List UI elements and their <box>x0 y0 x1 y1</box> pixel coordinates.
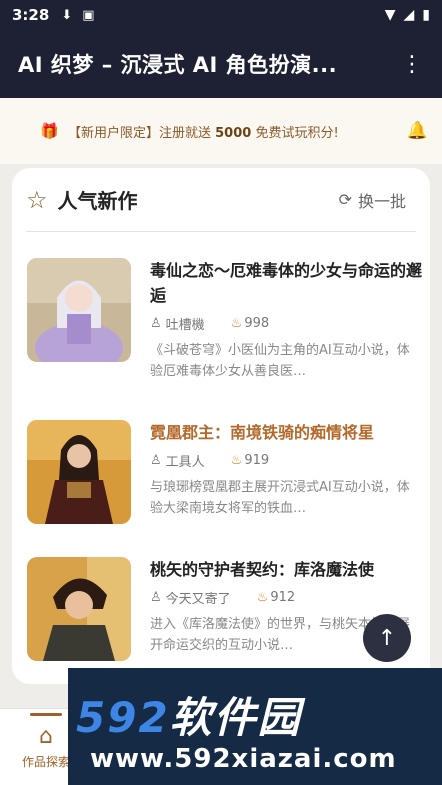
item-author: 今天又寄了 <box>165 592 231 607</box>
item-author: 吐槽機 <box>165 318 205 333</box>
promo-amount: 5000 <box>215 125 252 141</box>
more-vert-icon[interactable]: ⋮ <box>400 52 424 77</box>
item-title: 桃矢的守护者契约：库洛魔法使 <box>150 560 375 579</box>
top-bar: 3:28 ⬇ ▣ ▼ ◢ ▮ AI 织梦 – 沉浸式 AI 角色扮演... ⋮ <box>0 0 442 98</box>
wifi-icon: ▼ <box>384 7 396 23</box>
item-heat: 912 <box>270 590 296 605</box>
section-title: 人气新作 <box>57 189 138 213</box>
promo-notice[interactable]: 🎁 【新用户限定】注册就送 5000 免费试玩积分! 🔔 <box>0 98 442 164</box>
a-badge-icon: ▣ <box>82 7 95 23</box>
refresh-button[interactable]: ⟳ 换一批 <box>339 188 406 212</box>
item-heat: 998 <box>244 316 270 331</box>
item-title: 霓凰郡主：南境铁骑的痴情将星 <box>150 423 375 442</box>
item-description: 与琅琊榜霓凰郡主展开沉浸式AI互动小说，体验大梁南境女将军的铁血… <box>150 480 410 516</box>
scroll-top-button[interactable]: ↑ <box>363 614 411 662</box>
app-bar: AI 织梦 – 沉浸式 AI 角色扮演... ⋮ <box>0 30 442 98</box>
status-bar: 3:28 ⬇ ▣ ▼ ◢ ▮ <box>0 0 442 30</box>
list-item[interactable]: 霓凰郡主：南境铁骑的痴情将星 ♙ 工具人 ♨ 919 与琅琊榜霓凰郡主展开沉浸式… <box>27 420 422 540</box>
gift-icon: 🎁 <box>40 122 59 140</box>
promo-message: 【新用户限定】注册就送 5000 免费试玩积分! <box>68 125 339 141</box>
user-icon: ♙ <box>150 453 162 468</box>
signal-icon: ◢ <box>403 7 415 23</box>
watermark-brand: 592软件园 <box>76 693 302 742</box>
thumbnail-image <box>27 557 131 661</box>
status-time: 3:28 <box>12 6 50 24</box>
thumbnail-image <box>27 420 131 524</box>
battery-icon: ▮ <box>422 7 430 23</box>
refresh-icon: ⟳ <box>338 190 352 209</box>
list-item[interactable]: 毒仙之恋～厄难毒体的少女与命运的邂逅 ♙ 吐槽機 ♨ 998 《斗破苍穹》小医仙… <box>27 258 423 379</box>
list-item[interactable]: 桃矢的守护者契约：库洛魔法使 ♙ 今天又寄了 ♨ 912 进入《库洛魔法使》的世… <box>27 557 422 677</box>
thumbnail-image <box>27 258 131 362</box>
star-icon: ☆ <box>26 185 48 214</box>
bell-icon[interactable]: 🔔 <box>407 121 428 141</box>
user-icon: ♙ <box>150 316 162 331</box>
user-icon: ♙ <box>150 590 162 605</box>
refresh-label: 换一批 <box>357 191 406 211</box>
fire-icon: ♨ <box>230 453 243 468</box>
watermark-url: www.592xiazai.com <box>90 744 397 774</box>
download-icon: ⬇ <box>61 7 73 23</box>
arrow-up-icon: ↑ <box>377 625 397 651</box>
watermark-overlay: 592软件园 www.592xiazai.com <box>68 668 442 785</box>
item-description: 《斗破苍穹》小医仙为主角的AI互动小说，体验厄难毒体少女从善良医… <box>150 343 410 379</box>
section-header: ☆ 人气新作 ⟳ 换一批 <box>26 168 416 232</box>
app-title: AI 织梦 – 沉浸式 AI 角色扮演... <box>18 53 338 77</box>
item-heat: 919 <box>244 453 270 468</box>
fire-icon: ♨ <box>230 316 243 331</box>
item-author: 工具人 <box>165 455 205 470</box>
fire-icon: ♨ <box>256 590 269 605</box>
item-title: 毒仙之恋～厄难毒体的少女与命运的邂逅 <box>150 261 423 305</box>
tab-indicator <box>30 713 62 716</box>
popular-card: ☆ 人气新作 ⟳ 换一批 毒仙之恋～厄难毒体的少女与命运的邂逅 ♙ 吐槽機 ♨ <box>12 168 430 684</box>
